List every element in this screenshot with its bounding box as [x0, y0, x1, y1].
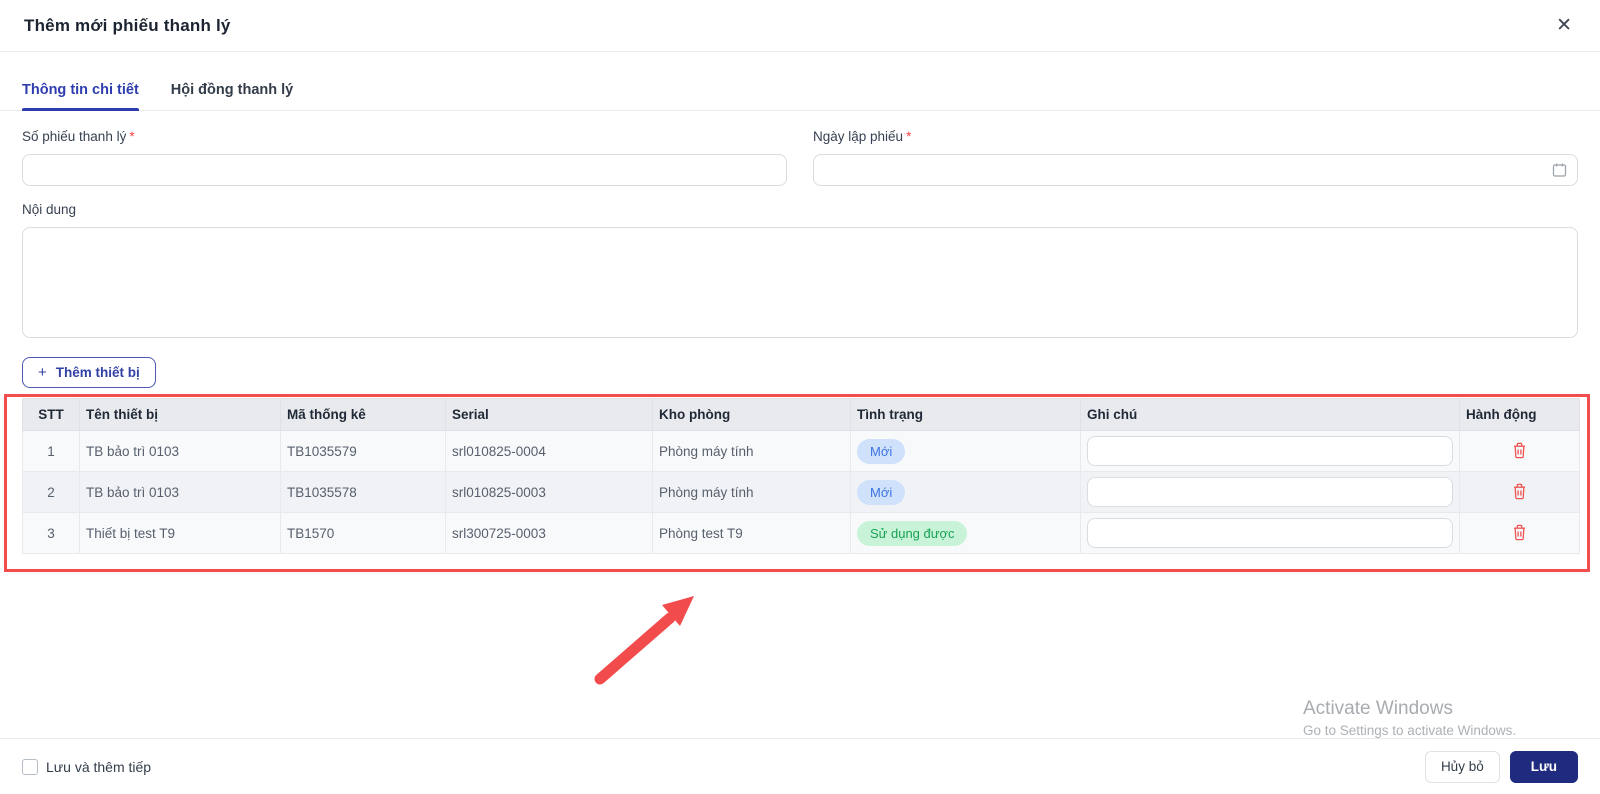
col-header-stt: STT — [22, 398, 80, 431]
field-ngay-lap: Ngày lập phiếu * — [813, 129, 1578, 186]
ngay-lap-input[interactable] — [813, 154, 1578, 186]
col-header-ma-thong-ke: Mã thống kê — [280, 398, 446, 431]
delete-row-button[interactable] — [1510, 481, 1529, 502]
page-title: Thêm mới phiếu thanh lý — [24, 15, 231, 35]
cell-ten-thiet-bi: TB bảo trì 0103 — [79, 430, 281, 472]
table-row: 1 TB bảo trì 0103 TB1035579 srl010825-00… — [22, 430, 1580, 472]
cell-hanh-dong — [1459, 430, 1580, 472]
noi-dung-textarea[interactable] — [22, 227, 1578, 338]
delete-row-button[interactable] — [1510, 440, 1529, 461]
cell-ten-thiet-bi: TB bảo trì 0103 — [79, 471, 281, 513]
modal-header: Thêm mới phiếu thanh lý ✕ — [0, 0, 1600, 52]
status-badge: Mới — [857, 438, 906, 464]
trash-icon — [1514, 483, 1525, 500]
add-device-label: Thêm thiết bị — [55, 365, 140, 380]
note-input[interactable] — [1087, 477, 1453, 507]
delete-row-button[interactable] — [1510, 522, 1529, 543]
col-header-tinh-trang: Tình trạng — [850, 398, 1081, 431]
cell-ma-thong-ke: TB1035578 — [280, 471, 446, 513]
save-button[interactable]: Lưu — [1509, 750, 1578, 783]
col-header-kho-phong: Kho phòng — [652, 398, 851, 431]
required-asterisk: * — [906, 129, 912, 144]
cell-ma-thong-ke: TB1035579 — [280, 430, 446, 472]
cell-serial: srl010825-0003 — [445, 471, 653, 513]
table-row: 2 TB bảo trì 0103 TB1035578 srl010825-00… — [22, 471, 1580, 513]
modal-footer: Lưu và thêm tiếp Hủy bỏ Lưu — [0, 738, 1600, 794]
table-row: 3 Thiết bị test T9 TB1570 srl300725-0003… — [22, 512, 1580, 554]
close-icon[interactable]: ✕ — [1552, 12, 1576, 39]
cell-kho-phong: Phòng test T9 — [652, 512, 851, 554]
field-so-phieu: Số phiếu thanh lý * — [22, 129, 787, 186]
tab-bar: Thông tin chi tiết Hội đồng thanh lý — [0, 68, 1600, 111]
status-badge: Mới — [857, 479, 906, 505]
col-header-hanh-dong: Hành động — [1459, 398, 1580, 431]
so-phieu-label: Số phiếu thanh lý * — [22, 129, 135, 144]
col-header-serial: Serial — [445, 398, 653, 431]
col-header-ten-thiet-bi: Tên thiết bị — [79, 398, 281, 431]
cell-stt: 1 — [22, 430, 80, 472]
col-header-ghi-chu: Ghi chú — [1080, 398, 1460, 431]
save-and-continue-label: Lưu và thêm tiếp — [46, 758, 152, 775]
save-and-continue-checkbox[interactable] — [22, 758, 38, 775]
cell-stt: 3 — [22, 512, 80, 554]
cell-ghi-chu — [1080, 430, 1460, 472]
watermark-line2: Go to Settings to activate Windows. — [1303, 723, 1517, 738]
cell-ghi-chu — [1080, 471, 1460, 513]
trash-icon — [1514, 524, 1525, 541]
cell-ma-thong-ke: TB1570 — [280, 512, 446, 554]
ngay-lap-label: Ngày lập phiếu * — [813, 129, 912, 144]
cell-ghi-chu — [1080, 512, 1460, 554]
cell-kho-phong: Phòng máy tính — [652, 471, 851, 513]
cell-stt: 2 — [22, 471, 80, 513]
cell-serial: srl010825-0004 — [445, 430, 653, 472]
cell-kho-phong: Phòng máy tính — [652, 430, 851, 472]
status-badge: Sử dụng được — [857, 520, 968, 546]
calendar-icon[interactable] — [1552, 163, 1567, 178]
cell-tinh-trang: Sử dụng được — [850, 512, 1081, 554]
plus-icon: + — [38, 364, 47, 381]
note-input[interactable] — [1087, 436, 1453, 466]
annotation-arrow — [594, 596, 694, 685]
tab-hoi-dong-thanh-ly[interactable]: Hội đồng thanh lý — [171, 68, 293, 110]
add-device-button[interactable]: + Thêm thiết bị — [22, 357, 156, 388]
cell-serial: srl300725-0003 — [445, 512, 653, 554]
watermark-line1: Activate Windows — [1303, 698, 1453, 719]
cell-tinh-trang: Mới — [850, 430, 1081, 472]
so-phieu-input[interactable] — [22, 154, 787, 186]
field-noi-dung: Nội dung — [22, 202, 1578, 343]
trash-icon — [1514, 442, 1525, 459]
note-input[interactable] — [1087, 518, 1453, 548]
cell-ten-thiet-bi: Thiết bị test T9 — [79, 512, 281, 554]
cell-hanh-dong — [1459, 471, 1580, 513]
devices-table: STT Tên thiết bị Mã thống kê Serial Kho … — [22, 398, 1580, 554]
cancel-button[interactable]: Hủy bỏ — [1424, 750, 1500, 783]
tab-thong-tin-chi-tiet[interactable]: Thông tin chi tiết — [22, 68, 139, 111]
windows-activation-watermark: Activate Windows Go to Settings to activ… — [1303, 698, 1516, 738]
table-header-row: STT Tên thiết bị Mã thống kê Serial Kho … — [22, 398, 1580, 431]
required-asterisk: * — [129, 129, 135, 144]
cell-hanh-dong — [1459, 512, 1580, 554]
noi-dung-label: Nội dung — [22, 202, 77, 217]
cell-tinh-trang: Mới — [850, 471, 1081, 513]
